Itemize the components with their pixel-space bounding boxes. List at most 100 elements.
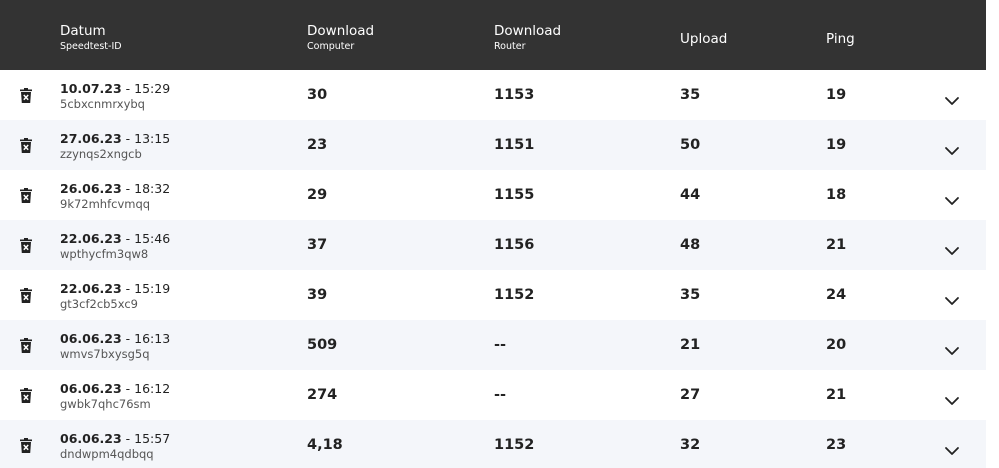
row-download-router: 1152 — [494, 437, 535, 453]
row-speedtest-id: zzynqs2xngcb — [60, 147, 142, 161]
row-download-computer: 4,18 — [307, 437, 343, 453]
row-time: - 13:15 — [121, 131, 171, 146]
trash-icon[interactable] — [20, 188, 32, 203]
row-download-computer: 37 — [307, 237, 328, 253]
trash-icon[interactable] — [20, 338, 32, 353]
table-row[interactable]: 26.06.23 - 18:32 9k72mhfcvmqq 29 1155 44… — [0, 170, 986, 220]
trash-icon[interactable] — [20, 238, 32, 253]
row-ping: 23 — [826, 437, 847, 453]
row-ping: 20 — [826, 337, 847, 353]
scrollbar[interactable] — [987, 0, 999, 468]
table-row[interactable]: 10.07.23 - 15:29 5cbxcnmrxybq 30 1153 35… — [0, 70, 986, 120]
row-download-router: -- — [494, 387, 507, 403]
table-row[interactable]: 22.06.23 - 15:46 wpthycfm3qw8 37 1156 48… — [0, 220, 986, 270]
row-download-computer: 39 — [307, 287, 328, 303]
row-datetime: 06.06.23 - 15:57 — [60, 431, 170, 446]
row-speedtest-id: gt3cf2cb5xc9 — [60, 297, 138, 311]
row-upload: 35 — [680, 287, 701, 303]
row-download-computer: 29 — [307, 187, 328, 203]
row-date: 06.06.23 — [60, 381, 122, 396]
row-ping: 19 — [826, 137, 847, 153]
row-time: - 16:13 — [121, 331, 171, 346]
row-download-router: 1156 — [494, 237, 535, 253]
row-time: - 15:29 — [121, 81, 171, 96]
row-ping: 21 — [826, 237, 847, 253]
row-speedtest-id: gwbk7qhc76sm — [60, 397, 151, 411]
row-download-router: 1152 — [494, 287, 535, 303]
row-date: 10.07.23 — [60, 81, 122, 96]
header-download-router-label: Download — [494, 23, 562, 39]
row-upload: 35 — [680, 87, 701, 103]
chevron-down-icon[interactable] — [944, 141, 960, 155]
row-upload: 44 — [680, 187, 701, 203]
row-date: 27.06.23 — [60, 131, 122, 146]
chevron-down-icon[interactable] — [944, 241, 960, 255]
row-download-computer: 30 — [307, 87, 328, 103]
speedtest-history-page: Datum Speedtest-ID Download Computer Dow… — [0, 0, 999, 468]
table-row[interactable]: 27.06.23 - 13:15 zzynqs2xngcb 23 1151 50… — [0, 120, 986, 170]
row-datetime: 06.06.23 - 16:12 — [60, 381, 170, 396]
row-date: 06.06.23 — [60, 331, 122, 346]
row-time: - 16:12 — [121, 381, 171, 396]
row-upload: 27 — [680, 387, 701, 403]
table-row[interactable]: 06.06.23 - 16:12 gwbk7qhc76sm 274 -- 27 … — [0, 370, 986, 420]
row-ping: 24 — [826, 287, 847, 303]
chevron-down-icon[interactable] — [944, 441, 960, 455]
header-date-label: Datum — [60, 23, 106, 39]
row-ping: 19 — [826, 87, 847, 103]
row-datetime: 26.06.23 - 18:32 — [60, 181, 170, 196]
row-download-computer: 509 — [307, 337, 338, 353]
row-datetime: 22.06.23 - 15:46 — [60, 231, 170, 246]
row-speedtest-id: dndwpm4qdbqq — [60, 447, 154, 461]
chevron-down-icon[interactable] — [944, 391, 960, 405]
trash-icon[interactable] — [20, 388, 32, 403]
row-date: 06.06.23 — [60, 431, 122, 446]
row-time: - 15:46 — [121, 231, 171, 246]
row-datetime: 06.06.23 - 16:13 — [60, 331, 170, 346]
row-datetime: 27.06.23 - 13:15 — [60, 131, 170, 146]
row-ping: 18 — [826, 187, 847, 203]
row-time: - 18:32 — [121, 181, 171, 196]
row-upload: 50 — [680, 137, 701, 153]
trash-icon[interactable] — [20, 288, 32, 303]
header-download-computer-sub: Computer — [307, 41, 355, 52]
chevron-down-icon[interactable] — [944, 291, 960, 305]
row-date: 22.06.23 — [60, 281, 122, 296]
row-time: - 15:19 — [121, 281, 171, 296]
row-speedtest-id: 9k72mhfcvmqq — [60, 197, 151, 211]
row-upload: 32 — [680, 437, 701, 453]
row-download-router: 1153 — [494, 87, 535, 103]
row-date: 26.06.23 — [60, 181, 122, 196]
row-date: 22.06.23 — [60, 231, 122, 246]
row-upload: 21 — [680, 337, 701, 353]
row-download-router: -- — [494, 337, 507, 353]
trash-icon[interactable] — [20, 438, 32, 453]
row-upload: 48 — [680, 237, 701, 253]
header-download-computer-label: Download — [307, 23, 375, 39]
row-download-router: 1155 — [494, 187, 535, 203]
row-download-computer: 23 — [307, 137, 328, 153]
chevron-down-icon[interactable] — [944, 191, 960, 205]
row-speedtest-id: 5cbxcnmrxybq — [60, 97, 145, 111]
chevron-down-icon[interactable] — [944, 341, 960, 355]
row-download-computer: 274 — [307, 387, 338, 403]
table-row[interactable]: 06.06.23 - 16:13 wmvs7bxysg5q 509 -- 21 … — [0, 320, 986, 370]
chevron-down-icon[interactable] — [944, 91, 960, 105]
row-ping: 21 — [826, 387, 847, 403]
table-header: Datum Speedtest-ID Download Computer Dow… — [0, 0, 986, 70]
row-speedtest-id: wmvs7bxysg5q — [60, 347, 150, 361]
header-upload-label: Upload — [680, 31, 728, 47]
header-download-router-sub: Router — [494, 41, 526, 52]
row-download-router: 1151 — [494, 137, 535, 153]
row-speedtest-id: wpthycfm3qw8 — [60, 247, 149, 261]
row-datetime: 22.06.23 - 15:19 — [60, 281, 170, 296]
row-time: - 15:57 — [121, 431, 171, 446]
header-ping-label: Ping — [826, 31, 855, 47]
trash-icon[interactable] — [20, 88, 32, 103]
table-body: 10.07.23 - 15:29 5cbxcnmrxybq 30 1153 35… — [0, 70, 986, 468]
speedtest-table: Datum Speedtest-ID Download Computer Dow… — [0, 0, 986, 468]
trash-icon[interactable] — [20, 138, 32, 153]
row-datetime: 10.07.23 - 15:29 — [60, 81, 170, 96]
table-row[interactable]: 06.06.23 - 15:57 dndwpm4qdbqq 4,18 1152 … — [0, 420, 986, 468]
table-row[interactable]: 22.06.23 - 15:19 gt3cf2cb5xc9 39 1152 35… — [0, 270, 986, 320]
